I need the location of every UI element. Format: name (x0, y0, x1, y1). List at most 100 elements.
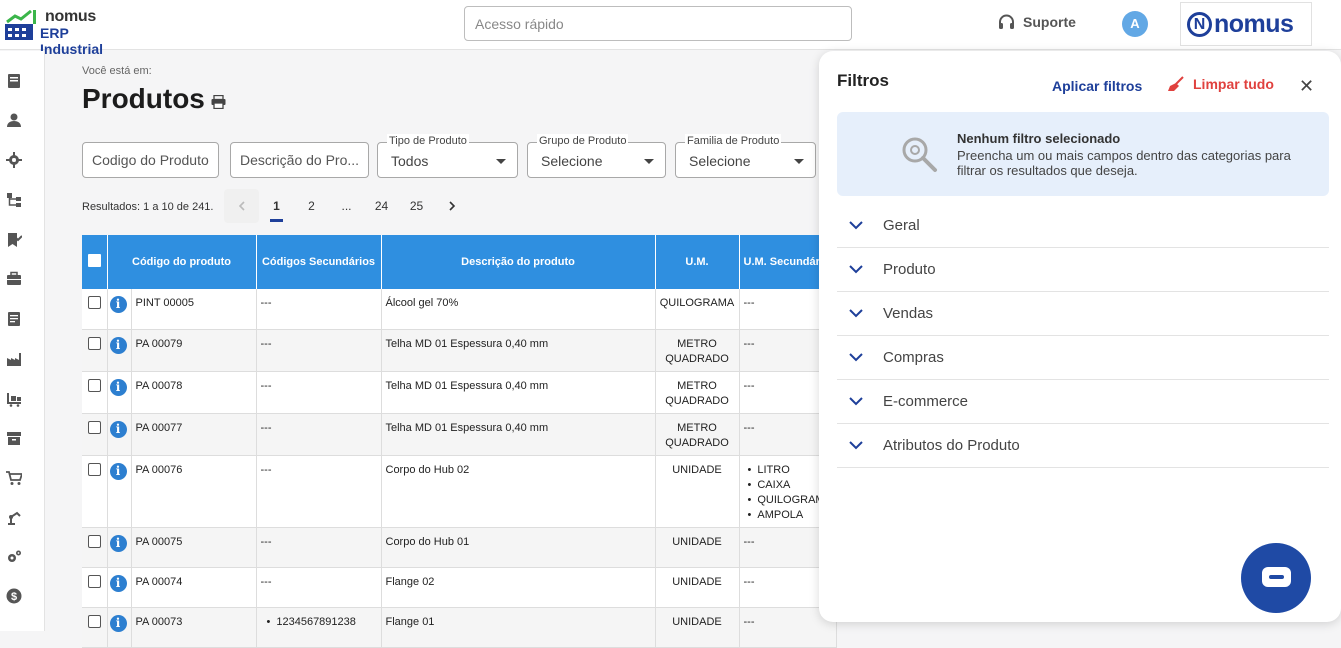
hierarchy-icon[interactable] (6, 192, 22, 208)
dollar-icon[interactable]: $ (6, 588, 22, 604)
gear-icon[interactable] (6, 152, 22, 168)
accordion-label: Produto (883, 261, 936, 278)
clear-all-button[interactable]: Limpar tudo (1167, 76, 1274, 92)
svg-text:$: $ (11, 591, 17, 603)
page-25-button[interactable]: 25 (399, 189, 434, 223)
cell-code: PA 00074 (131, 567, 257, 608)
user-icon[interactable] (6, 112, 22, 128)
robot-arm-icon[interactable] (6, 510, 22, 526)
table-row[interactable]: i PINT 00005 --- Álcool gel 70% QUILOGRA… (82, 289, 837, 330)
info-icon[interactable]: i (109, 614, 127, 632)
tag-check-icon[interactable] (6, 232, 22, 248)
sidebar: $ (0, 51, 45, 631)
cell-code: PA 00079 (131, 329, 257, 372)
cell-code: PA 00076 (131, 455, 257, 528)
caret-down-icon (644, 159, 654, 164)
cell-desc: Corpo do Hub 01 (381, 527, 656, 568)
accordion-label: Geral (883, 217, 920, 234)
cell-um: METRO QUADRADO (655, 413, 740, 456)
chevron-down-icon (849, 309, 863, 318)
grupo-produto-select[interactable]: Grupo de Produto Selecione (527, 134, 666, 178)
header-codigo[interactable]: Código do produto (107, 235, 257, 289)
tipo-produto-value: Todos (391, 153, 429, 169)
table-row[interactable]: i PA 00076 --- Corpo do Hub 02 UNIDADE L… (82, 455, 837, 528)
accordion-produto[interactable]: Produto (837, 248, 1329, 292)
cell-desc: Corpo do Hub 02 (381, 455, 656, 528)
row-checkbox[interactable] (88, 462, 101, 476)
info-icon[interactable]: i (109, 462, 127, 480)
accordion-geral[interactable]: Geral (837, 204, 1329, 248)
archive-icon[interactable] (6, 430, 22, 446)
quick-access-search-input[interactable] (464, 6, 852, 41)
descricao-produto-field[interactable]: Descrição do Pro... (230, 142, 369, 178)
info-icon[interactable]: i (109, 378, 127, 396)
header-codigos-secundarios[interactable]: Códigos Secundários (256, 235, 382, 289)
page-2-button[interactable]: 2 (294, 189, 329, 223)
chevron-left-icon (238, 201, 245, 211)
grupo-produto-value: Selecione (541, 153, 603, 169)
briefcase-icon[interactable] (6, 271, 22, 287)
erp-logo[interactable]: nomus ERP Industrial (5, 8, 135, 57)
table-row[interactable]: i PA 00074 --- Flange 02 UNIDADE --- (82, 567, 837, 608)
info-icon[interactable]: i (109, 574, 127, 592)
settings-cog-icon[interactable] (6, 549, 22, 565)
cell-secondary: --- (256, 567, 382, 608)
codigo-produto-field[interactable]: Codigo do Produto (82, 142, 219, 178)
page-1-button[interactable]: 1 (259, 189, 294, 223)
prev-page-button[interactable] (224, 189, 259, 223)
results-count: Resultados: 1 a 10 de 241. (82, 201, 214, 213)
close-icon[interactable]: ✕ (1299, 76, 1314, 97)
page-24-button[interactable]: 24 (364, 189, 399, 223)
table-row[interactable]: i PA 00075 --- Corpo do Hub 01 UNIDADE -… (82, 527, 837, 568)
table-row[interactable]: i PA 00078 --- Telha MD 01 Espessura 0,4… (82, 371, 837, 414)
book-icon[interactable] (6, 73, 22, 89)
row-checkbox[interactable] (88, 614, 101, 628)
header-um[interactable]: U.M. (655, 235, 740, 289)
chat-bubble-icon (1262, 567, 1291, 587)
row-checkbox[interactable] (88, 420, 101, 434)
cell-um: UNIDADE (655, 607, 740, 648)
select-all-checkbox[interactable] (87, 254, 101, 267)
accordion-ecommerce[interactable]: E-commerce (837, 380, 1329, 424)
support-link[interactable]: Suporte (998, 14, 1076, 30)
familia-produto-select[interactable]: Familia de Produto Selecione (675, 134, 816, 178)
accordion-compras[interactable]: Compras (837, 336, 1329, 380)
row-checkbox[interactable] (88, 378, 101, 392)
conveyor-icon[interactable] (6, 391, 22, 407)
factory-icon[interactable] (6, 351, 22, 367)
table-row[interactable]: i PA 00079 --- Telha MD 01 Espessura 0,4… (82, 329, 837, 372)
cell-secondary: --- (256, 371, 382, 414)
info-icon[interactable]: i (109, 336, 127, 354)
printer-icon[interactable] (211, 95, 226, 109)
accordion-atributos-produto[interactable]: Atributos do Produto (837, 424, 1329, 468)
info-icon[interactable]: i (109, 420, 127, 438)
table-row[interactable]: i PA 00073 1234567891238 Flange 01 UNIDA… (82, 607, 837, 648)
document-icon[interactable] (6, 311, 22, 327)
chat-button[interactable] (1241, 543, 1311, 613)
cell-desc: Flange 02 (381, 567, 656, 608)
table-row[interactable]: i PA 00077 --- Telha MD 01 Espessura 0,4… (82, 413, 837, 456)
info-icon[interactable]: i (109, 296, 127, 313)
row-checkbox[interactable] (88, 534, 101, 548)
info-icon[interactable]: i (109, 534, 127, 552)
header-descricao[interactable]: Descrição do produto (381, 235, 656, 289)
table-header-row: Código do produto Códigos Secundários De… (82, 235, 837, 289)
broom-icon (1168, 76, 1184, 91)
top-bar: nomus ERP Industrial Suporte A N nomus (0, 0, 1341, 57)
next-page-button[interactable] (434, 189, 469, 223)
cell-desc: Telha MD 01 Espessura 0,40 mm (381, 371, 656, 414)
cell-desc: Telha MD 01 Espessura 0,40 mm (381, 413, 656, 456)
tipo-produto-label: Tipo de Produto (387, 134, 469, 148)
row-checkbox[interactable] (88, 296, 101, 309)
row-checkbox[interactable] (88, 574, 101, 588)
row-checkbox[interactable] (88, 336, 101, 350)
user-avatar[interactable]: A (1122, 11, 1148, 37)
chevron-right-icon (448, 201, 455, 211)
cart-icon[interactable] (6, 470, 22, 486)
select-all-header[interactable] (82, 235, 108, 289)
accordion-vendas[interactable]: Vendas (837, 292, 1329, 336)
familia-produto-label: Familia de Produto (685, 134, 782, 148)
apply-filters-button[interactable]: Aplicar filtros (1052, 78, 1142, 94)
tipo-produto-select[interactable]: Tipo de Produto Todos (377, 134, 518, 178)
chevron-down-icon (849, 221, 863, 230)
